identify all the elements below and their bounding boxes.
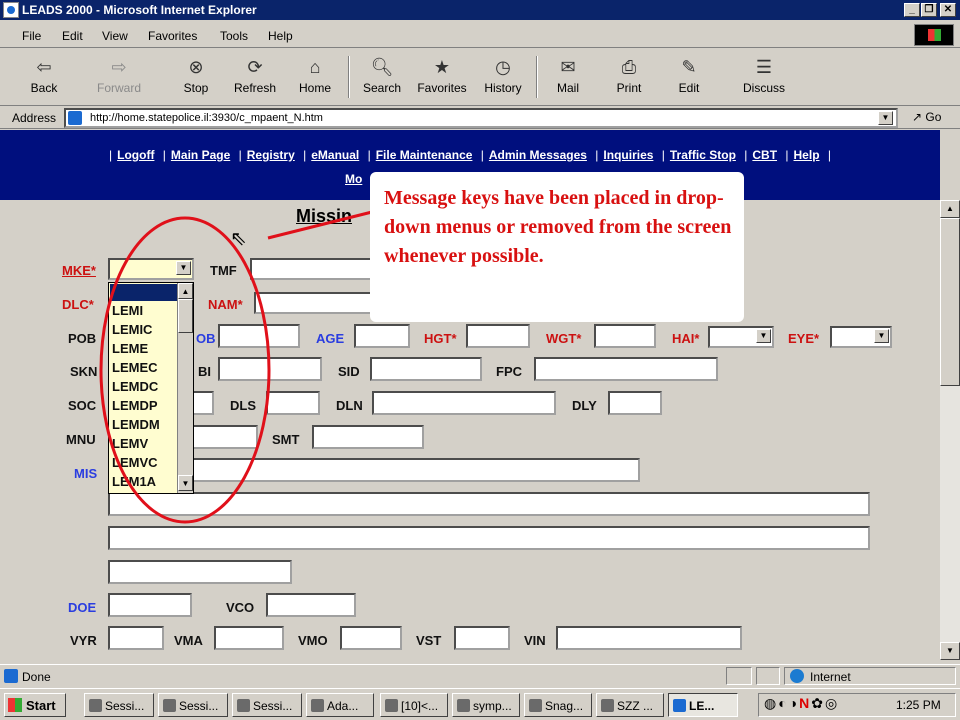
internet-zone-icon bbox=[790, 669, 804, 683]
status-text: Done bbox=[22, 670, 51, 684]
menu-file[interactable]: File bbox=[22, 29, 41, 43]
callout-text: Message keys have been placed in drop-do… bbox=[384, 187, 732, 267]
print-icon: ⎙ bbox=[621, 57, 637, 77]
go-arrow-icon: ↗ bbox=[912, 110, 923, 124]
history-button[interactable]: ◷ History bbox=[480, 54, 526, 102]
search-button[interactable]: 🔍︎ Search bbox=[358, 54, 406, 102]
go-button[interactable]: ↗ Go bbox=[912, 110, 941, 124]
window-icon bbox=[529, 699, 542, 712]
taskbar-item[interactable]: Ada... bbox=[306, 693, 374, 717]
taskbar-item[interactable]: symp... bbox=[452, 693, 520, 717]
favorites-icon: ★ bbox=[433, 57, 451, 77]
edit-button[interactable]: ✎ Edit bbox=[670, 54, 708, 102]
taskbar-item[interactable]: Sessi... bbox=[84, 693, 154, 717]
window-icon bbox=[163, 699, 176, 712]
scroll-thumb[interactable] bbox=[940, 218, 960, 386]
zone-text: Internet bbox=[810, 670, 851, 684]
ie-icon bbox=[3, 2, 19, 18]
windows-logo-icon bbox=[914, 24, 954, 46]
taskbar-item-active[interactable]: LE... bbox=[668, 693, 738, 717]
menu-favorites[interactable]: Favorites bbox=[148, 29, 197, 43]
mouse-pointer-icon: ⇖ bbox=[230, 228, 247, 250]
status-bar: Done Internet bbox=[0, 664, 960, 686]
maximize-button[interactable]: ❐ bbox=[921, 3, 937, 17]
back-button[interactable]: ⇦ Back bbox=[22, 54, 66, 102]
close-button[interactable]: ✕ bbox=[940, 3, 956, 17]
taskbar-item[interactable]: Sessi... bbox=[158, 693, 228, 717]
page-content: | Logoff | Main Page | Registry | eManual | F… bbox=[0, 130, 940, 660]
address-label: Address bbox=[12, 111, 57, 125]
mail-button[interactable]: ✉ Mail bbox=[548, 54, 588, 102]
status-panel bbox=[756, 667, 780, 685]
window-icon bbox=[601, 699, 614, 712]
menu-help[interactable]: Help bbox=[268, 29, 293, 43]
taskbar-item[interactable]: SZZ ... bbox=[596, 693, 664, 717]
search-icon: 🔍︎ bbox=[370, 57, 394, 77]
discuss-icon: ☰ bbox=[755, 57, 773, 77]
tray-icons[interactable]: ◍◐◑N✿◎ bbox=[764, 695, 839, 712]
menu-view[interactable]: View bbox=[102, 29, 128, 43]
start-button[interactable]: Start bbox=[4, 693, 66, 717]
page-status-icon bbox=[4, 669, 18, 683]
toolbar: ⇦ Back ⇨ Forward ⊗ Stop ⟳ Refresh ⌂ Home 🔍︎ Se… bbox=[0, 50, 960, 106]
ie-icon bbox=[673, 699, 686, 712]
window-icon bbox=[237, 699, 250, 712]
chevron-down-icon: ▼ bbox=[878, 111, 893, 125]
home-button[interactable]: ⌂ Home bbox=[294, 54, 336, 102]
forward-button[interactable]: ⇨ Forward bbox=[92, 54, 146, 102]
back-arrow-icon: ⇦ bbox=[36, 57, 52, 77]
address-bar: Address http://home.statepolice.il:3930/… bbox=[0, 107, 960, 129]
address-url: http://home.statepolice.il:3930/c_mpaent… bbox=[90, 112, 323, 124]
window-icon bbox=[385, 699, 398, 712]
taskbar-item[interactable]: Sessi... bbox=[232, 693, 302, 717]
window-icon bbox=[311, 699, 324, 712]
windows-logo-icon bbox=[8, 698, 22, 712]
highlight-ellipse bbox=[99, 216, 271, 524]
menu-tools[interactable]: Tools bbox=[220, 29, 248, 43]
clock[interactable]: 1:25 PM bbox=[896, 698, 941, 712]
status-panel bbox=[726, 667, 752, 685]
address-dropdown-button[interactable]: ▼ bbox=[876, 110, 894, 128]
menu-edit[interactable]: Edit bbox=[62, 29, 83, 43]
forward-arrow-icon: ⇨ bbox=[111, 57, 127, 77]
stop-button[interactable]: ⊗ Stop bbox=[176, 54, 216, 102]
tray-icon[interactable]: ◐ bbox=[778, 695, 788, 711]
print-button[interactable]: ⎙ Print bbox=[610, 54, 648, 102]
toolbar-separator bbox=[348, 56, 350, 98]
norton-icon[interactable]: N bbox=[799, 695, 811, 711]
callout-pointer-line bbox=[267, 210, 373, 240]
home-icon: ⌂ bbox=[309, 57, 321, 77]
taskbar-item[interactable]: [10]<... bbox=[380, 693, 448, 717]
tray-icon[interactable]: ✿ bbox=[811, 695, 825, 711]
taskbar: Start Sessi... Sessi... Sessi... Ada... … bbox=[0, 688, 960, 720]
minimize-button[interactable]: _ bbox=[904, 3, 920, 17]
history-icon: ◷ bbox=[495, 57, 511, 77]
stop-icon: ⊗ bbox=[188, 57, 204, 77]
menu-bar: File Edit View Favorites Tools Help bbox=[0, 22, 960, 48]
annotation-callout: Message keys have been placed in drop-do… bbox=[370, 172, 744, 322]
mail-icon: ✉ bbox=[560, 57, 576, 77]
refresh-button[interactable]: ⟳ Refresh bbox=[230, 54, 280, 102]
favorites-button[interactable]: ★ Favorites bbox=[412, 54, 472, 102]
page-icon bbox=[68, 111, 82, 125]
taskbar-item[interactable]: Snag... bbox=[524, 693, 592, 717]
scroll-up-icon[interactable]: ▲ bbox=[940, 200, 960, 218]
scroll-down-icon[interactable]: ▼ bbox=[940, 642, 960, 660]
tray-icon[interactable]: ◑ bbox=[789, 695, 799, 711]
toolbar-separator bbox=[536, 56, 538, 98]
edit-icon: ✎ bbox=[681, 57, 697, 77]
discuss-button[interactable]: ☰ Discuss bbox=[738, 54, 790, 102]
refresh-icon: ⟳ bbox=[247, 57, 263, 77]
window-icon bbox=[457, 699, 470, 712]
tray-icon[interactable]: ◎ bbox=[825, 695, 839, 711]
window-icon bbox=[89, 699, 102, 712]
tray-icon[interactable]: ◍ bbox=[764, 695, 778, 711]
address-input[interactable]: http://home.statepolice.il:3930/c_mpaent… bbox=[64, 108, 898, 128]
window-title: LEADS 2000 - Microsoft Internet Explorer bbox=[22, 3, 257, 17]
title-bar: LEADS 2000 - Microsoft Internet Explorer… bbox=[0, 0, 960, 20]
